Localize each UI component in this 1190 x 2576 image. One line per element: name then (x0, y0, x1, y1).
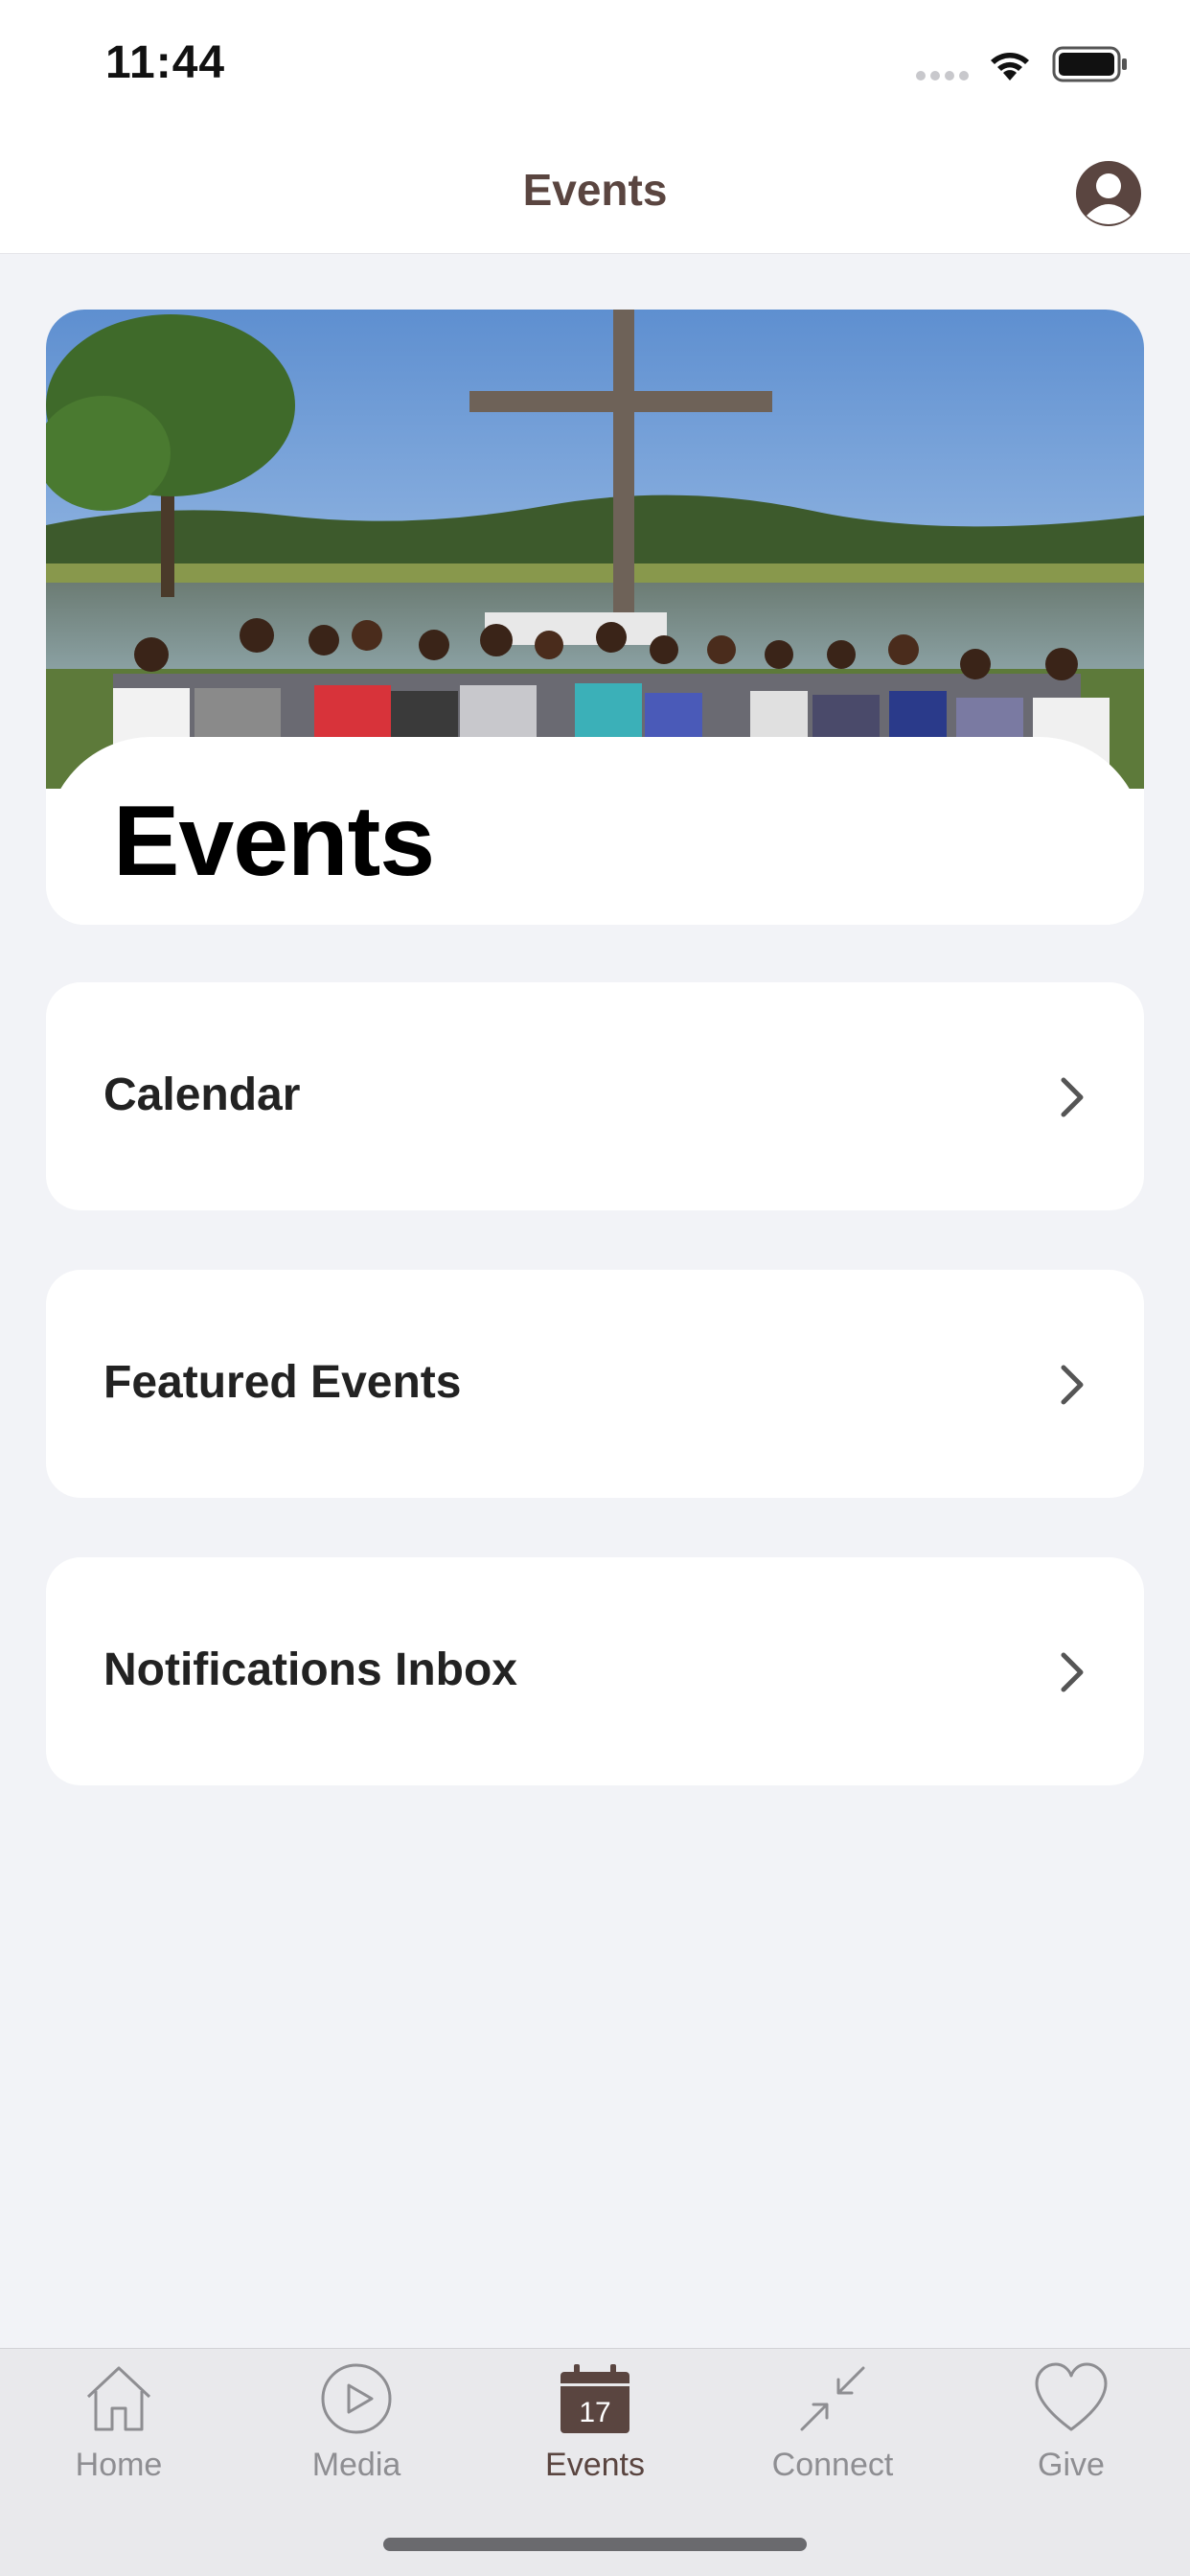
tab-media-label: Media (311, 2447, 401, 2483)
tab-events-label: Events (545, 2447, 645, 2483)
profile-icon[interactable] (1075, 160, 1142, 227)
calendar-label: Calendar (103, 1070, 301, 1120)
tab-home-label: Home (75, 2447, 163, 2483)
chevron-right-icon (1061, 1652, 1084, 1692)
calendar-icon: 17 (561, 2364, 629, 2433)
notifications-inbox-label: Notifications Inbox (103, 1644, 517, 1695)
cellular-signal-icon (916, 71, 969, 80)
hero-caption: Events (46, 737, 1144, 925)
heart-icon (1035, 2362, 1108, 2431)
tab-connect[interactable]: Connect (714, 2349, 951, 2502)
calendar-card[interactable]: Calendar (46, 982, 1144, 1210)
tab-media[interactable]: Media (238, 2349, 475, 2502)
navigation-bar: Events (0, 129, 1190, 254)
featured-events-label: Featured Events (103, 1357, 462, 1408)
connect-arrows-icon (800, 2366, 865, 2431)
chevron-right-icon (1061, 1365, 1084, 1405)
home-icon (86, 2366, 151, 2431)
status-bar: 11:44 (0, 0, 1190, 129)
notifications-inbox-card[interactable]: Notifications Inbox (46, 1557, 1144, 1785)
page-title: Events (522, 165, 668, 215)
wifi-icon (991, 53, 1029, 80)
tab-connect-label: Connect (771, 2447, 894, 2483)
featured-events-card[interactable]: Featured Events (46, 1270, 1144, 1498)
tab-events[interactable]: 17 Events (476, 2349, 714, 2502)
hero-title: Events (113, 786, 435, 897)
battery-icon (1052, 46, 1127, 82)
tab-home[interactable]: Home (0, 2349, 238, 2502)
play-icon (321, 2363, 392, 2434)
chevron-right-icon (1061, 1077, 1084, 1117)
tab-give[interactable]: Give (952, 2349, 1190, 2502)
tab-give-label: Give (1038, 2447, 1105, 2483)
status-time: 11:44 (105, 37, 226, 88)
hero-image (46, 310, 1144, 789)
events-hero-card[interactable]: Events (46, 310, 1144, 925)
calendar-icon-day: 17 (579, 2397, 610, 2428)
home-indicator[interactable] (383, 2538, 807, 2551)
